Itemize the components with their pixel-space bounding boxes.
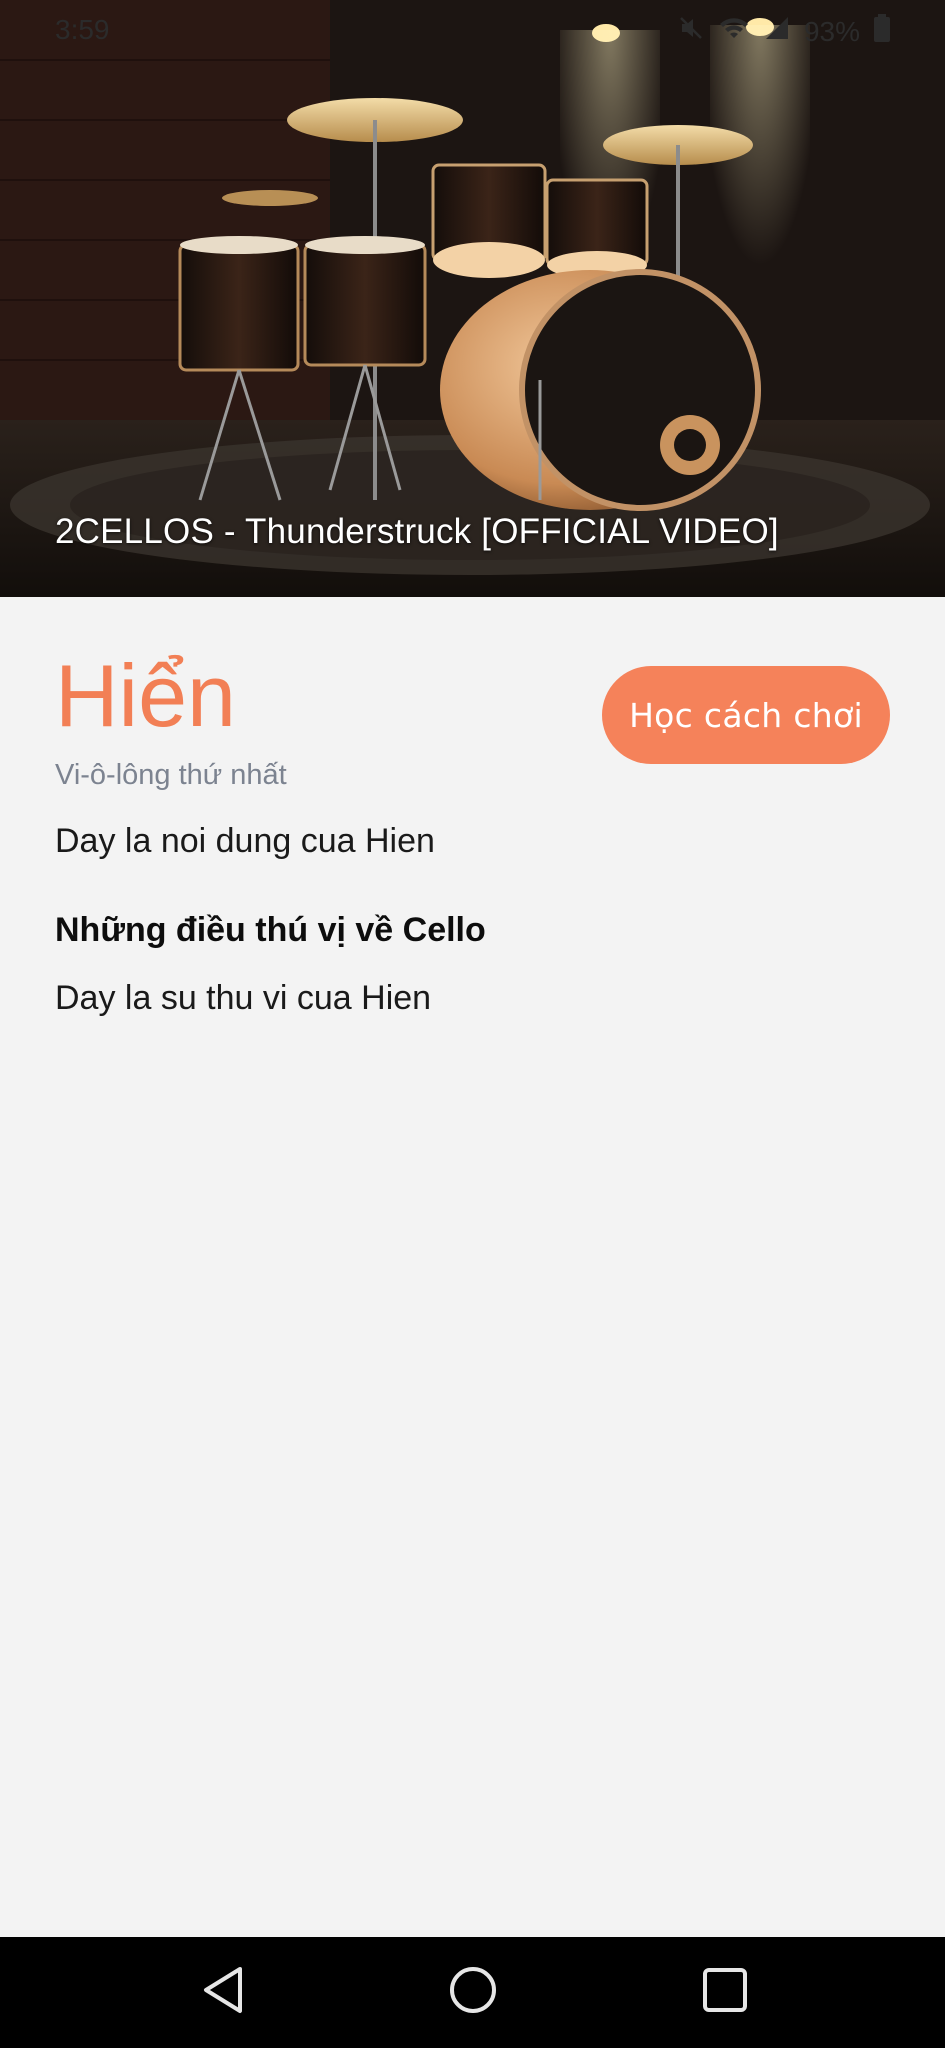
back-icon	[200, 1965, 246, 2020]
artist-name: Hiển	[55, 646, 236, 745]
drum-kit-image	[0, 0, 945, 597]
fun-facts-text: Day la su thu vi cua Hien	[55, 979, 432, 1017]
video-thumbnail[interactable]: 2CELLOS - Thunderstruck [OFFICIAL VIDEO]	[0, 0, 945, 597]
fun-facts-heading: Những điều thú vị về Cello	[55, 911, 486, 949]
system-nav-bar	[0, 1937, 945, 2048]
signal-icon	[764, 15, 790, 48]
wifi-icon	[718, 15, 750, 48]
back-button[interactable]	[190, 1959, 256, 2025]
artist-content: Day la noi dung cua Hien	[55, 822, 435, 860]
learn-to-play-button[interactable]: Học cách chơi	[602, 666, 890, 764]
mute-icon	[678, 15, 704, 48]
recents-icon	[702, 1967, 748, 2018]
status-bar: 3:59 93%	[0, 0, 945, 62]
video-title: 2CELLOS - Thunderstruck [OFFICIAL VIDEO]	[55, 512, 779, 551]
battery-icon	[874, 14, 890, 49]
status-time: 3:59	[55, 14, 110, 45]
artist-role: Vi-ô-lông thứ nhất	[55, 759, 287, 791]
status-icons: 93%	[678, 14, 890, 49]
home-button[interactable]	[440, 1959, 506, 2025]
screen: 2CELLOS - Thunderstruck [OFFICIAL VIDEO]…	[0, 0, 945, 2048]
battery-percent: 93%	[803, 15, 860, 47]
home-icon	[448, 1965, 498, 2020]
recents-button[interactable]	[692, 1959, 758, 2025]
